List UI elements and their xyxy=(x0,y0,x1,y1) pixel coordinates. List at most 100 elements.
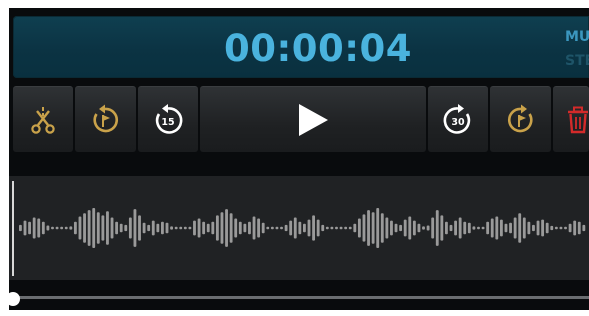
waveform-bar xyxy=(284,224,288,232)
waveform-bar xyxy=(559,226,563,230)
rewind-seconds-label: 15 xyxy=(161,117,174,128)
waveform-bar xyxy=(202,221,206,235)
waveform-bar xyxy=(463,221,467,235)
waveform-bar xyxy=(179,226,183,230)
elapsed-time: 00:00:04 xyxy=(223,27,413,70)
waveform-bar xyxy=(545,222,549,234)
waveform-bar xyxy=(46,225,50,231)
delete-button[interactable] xyxy=(553,86,589,152)
waveform-bar xyxy=(449,224,453,232)
forward-button[interactable]: 30 xyxy=(427,86,489,152)
waveform-bar xyxy=(28,221,31,235)
waveform-bar xyxy=(509,222,512,234)
waveform-bar xyxy=(312,215,315,241)
waveform-bar xyxy=(541,219,545,237)
waveform-bar xyxy=(495,216,499,240)
waveform-bar xyxy=(106,211,109,245)
waveform-bar xyxy=(577,221,581,235)
timeline-scrubber[interactable] xyxy=(13,296,589,299)
playhead[interactable] xyxy=(12,181,14,276)
waveform-bar xyxy=(445,221,448,235)
forward-30-icon: 30 xyxy=(440,102,476,138)
waveform-bar xyxy=(367,210,370,246)
waveform-bar xyxy=(211,221,215,235)
waveform-bar xyxy=(115,221,119,235)
waveform-bar xyxy=(87,210,91,246)
back-to-marker-button[interactable] xyxy=(74,86,136,152)
waveform-bar xyxy=(357,218,361,238)
transport-toolbar: 15 30 xyxy=(13,86,589,152)
rewind-button[interactable]: 15 xyxy=(137,86,199,152)
waveform-bar xyxy=(490,218,494,238)
trim-button[interactable] xyxy=(13,86,73,152)
waveform-bar xyxy=(532,224,535,232)
waveform-bar xyxy=(376,208,380,248)
waveform-bar xyxy=(41,221,45,235)
waveform-bar xyxy=(23,220,27,236)
waveform-bar xyxy=(504,223,508,233)
waveform-bar xyxy=(261,222,265,234)
scissors-icon xyxy=(30,105,56,135)
waveform-bar xyxy=(174,226,178,230)
waveform-bar xyxy=(316,219,320,237)
waveform-bar xyxy=(32,217,36,239)
waveform-bar xyxy=(275,226,279,230)
waveform-bar xyxy=(335,226,338,230)
waveform-bar xyxy=(303,223,306,233)
waveform-bar xyxy=(321,224,325,232)
waveform-bar xyxy=(573,220,577,236)
time-display: 00:00:04 MUL STERE xyxy=(13,16,589,78)
waveform-bar xyxy=(440,215,444,241)
waveform-bar xyxy=(161,221,164,235)
waveform-bar xyxy=(193,220,196,236)
waveform-bar xyxy=(229,213,233,243)
waveform-bar xyxy=(60,226,64,230)
forward-flag-icon xyxy=(504,103,538,137)
waveform-bar xyxy=(380,213,384,243)
waveform-bar xyxy=(307,219,311,237)
waveform-bar xyxy=(19,224,22,232)
waveform-bar xyxy=(477,226,480,230)
waveform-bar xyxy=(266,226,270,230)
waveform-bar xyxy=(101,215,105,241)
waveform-bar xyxy=(51,226,54,230)
waveform-bar xyxy=(124,224,128,232)
waveform-bar xyxy=(408,216,412,240)
waveform-bar xyxy=(325,226,329,230)
play-button[interactable] xyxy=(200,86,426,152)
waveform-bar xyxy=(344,226,348,230)
waveform-bar xyxy=(385,217,389,239)
waveform-bar xyxy=(394,223,398,233)
waveform-bar xyxy=(96,212,100,244)
forward-to-marker-button[interactable] xyxy=(490,86,552,152)
waveform-bar xyxy=(550,225,554,231)
waveform-bar xyxy=(293,217,297,239)
waveform-bar xyxy=(78,216,82,240)
waveform-bar xyxy=(64,226,68,230)
timeline-knob[interactable] xyxy=(6,292,20,306)
waveform-bar xyxy=(298,221,302,235)
channel-mode-label[interactable]: MUL xyxy=(565,29,589,45)
waveform-bar xyxy=(568,223,572,233)
waveform-bar xyxy=(83,213,86,243)
waveform-view[interactable] xyxy=(9,176,589,280)
waveform-bar xyxy=(92,208,96,248)
waveform-bar xyxy=(467,222,471,234)
waveform-bar xyxy=(248,221,251,235)
stereo-mode-label[interactable]: STERE xyxy=(565,53,589,69)
waveform-bar xyxy=(215,215,219,241)
waveform-bar xyxy=(156,223,160,233)
waveform-bar xyxy=(69,226,73,230)
waveform-bar xyxy=(128,217,132,239)
waveform-bar xyxy=(151,220,155,236)
waveform-bar xyxy=(403,219,407,237)
waveform-bar xyxy=(243,223,247,233)
waveform-bar xyxy=(554,226,558,230)
waveform-bar xyxy=(183,226,187,230)
waveform-bar xyxy=(289,220,293,236)
waveform xyxy=(19,208,586,248)
waveform-bar xyxy=(197,218,201,238)
waveform-bar xyxy=(55,226,59,230)
waveform-bar xyxy=(165,222,169,234)
waveform-bar xyxy=(472,226,476,230)
